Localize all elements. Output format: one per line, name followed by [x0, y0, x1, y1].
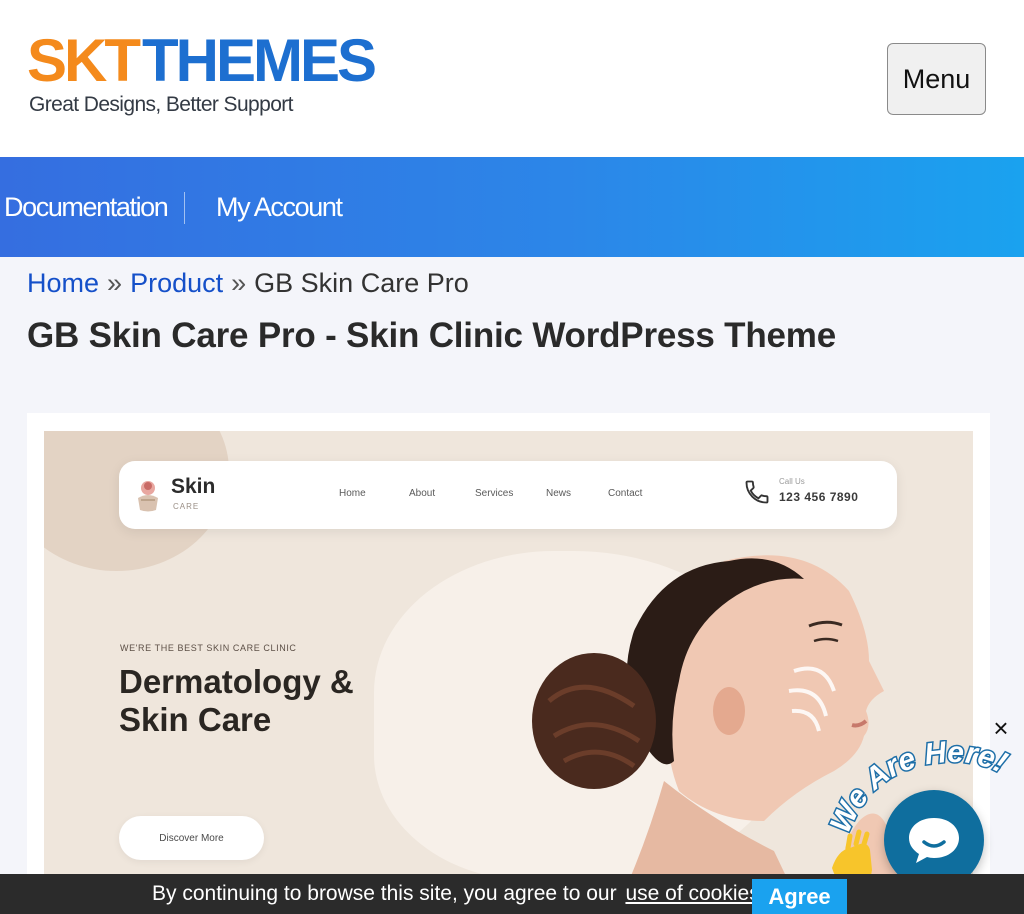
preview-call-label: Call Us — [779, 477, 805, 486]
breadcrumb-product[interactable]: Product — [130, 268, 223, 298]
breadcrumb-home[interactable]: Home — [27, 268, 99, 298]
logo-tagline: Great Designs, Better Support — [29, 93, 294, 116]
breadcrumb-separator: » — [231, 268, 247, 298]
preview-discover-button: Discover More — [119, 816, 264, 860]
preview-menu-contact: Contact — [608, 488, 643, 499]
nav-divider — [184, 192, 185, 224]
cookie-consent-bar: By continuing to browse this site, you a… — [0, 874, 1024, 914]
preview-phone-number: 123 456 7890 — [779, 490, 859, 504]
cookie-message: By continuing to browse this site, you a… — [152, 874, 769, 914]
preview-hero-line1: Dermatology & — [119, 663, 354, 700]
preview-menu-services: Services — [475, 488, 514, 499]
preview-menu-news: News — [546, 488, 572, 499]
logo-skt: SKT — [27, 27, 141, 94]
cookie-text: By continuing to browse this site, you a… — [152, 882, 617, 905]
logo-themes: THEMES — [142, 27, 377, 94]
cookie-policy-link[interactable]: use of cookies — [625, 882, 759, 906]
breadcrumb-separator: » — [107, 268, 123, 298]
page-title: GB Skin Care Pro - Skin Clinic WordPress… — [27, 316, 836, 355]
preview-logo-sub: CARE — [173, 502, 200, 511]
preview-menu-home: Home — [339, 488, 366, 499]
nav-link-documentation[interactable]: Documentation — [4, 157, 169, 257]
preview-logo-icon — [138, 481, 158, 512]
chat-bubble-icon — [909, 818, 959, 863]
site-logo[interactable]: SKTTHEMES Great Designs, Better Support — [27, 30, 377, 122]
preview-hero-title: Dermatology & Skin Care — [119, 663, 354, 739]
nav-link-my-account[interactable]: My Account — [216, 157, 343, 257]
menu-button[interactable]: Menu — [887, 43, 986, 115]
phone-icon — [745, 480, 769, 504]
agree-button[interactable]: Agree — [752, 879, 847, 914]
preview-tagline: WE'RE THE BEST SKIN CARE CLINIC — [120, 643, 297, 653]
preview-header: Skin CARE Home About Services News Conta… — [119, 461, 897, 529]
preview-logo-name: Skin — [171, 475, 216, 498]
preview-menu-about: About — [409, 488, 436, 499]
breadcrumb: Home» Product» GB Skin Care Pro — [27, 268, 469, 299]
breadcrumb-current: GB Skin Care Pro — [254, 268, 469, 298]
main-navbar: Documentation My Account — [0, 157, 1024, 257]
site-header: SKTTHEMES Great Designs, Better Support … — [0, 0, 1024, 157]
logo-wordmark: SKTTHEMES — [27, 27, 377, 94]
preview-hero-line2: Skin Care — [119, 701, 272, 738]
chat-close-button[interactable]: × — [989, 715, 1013, 741]
